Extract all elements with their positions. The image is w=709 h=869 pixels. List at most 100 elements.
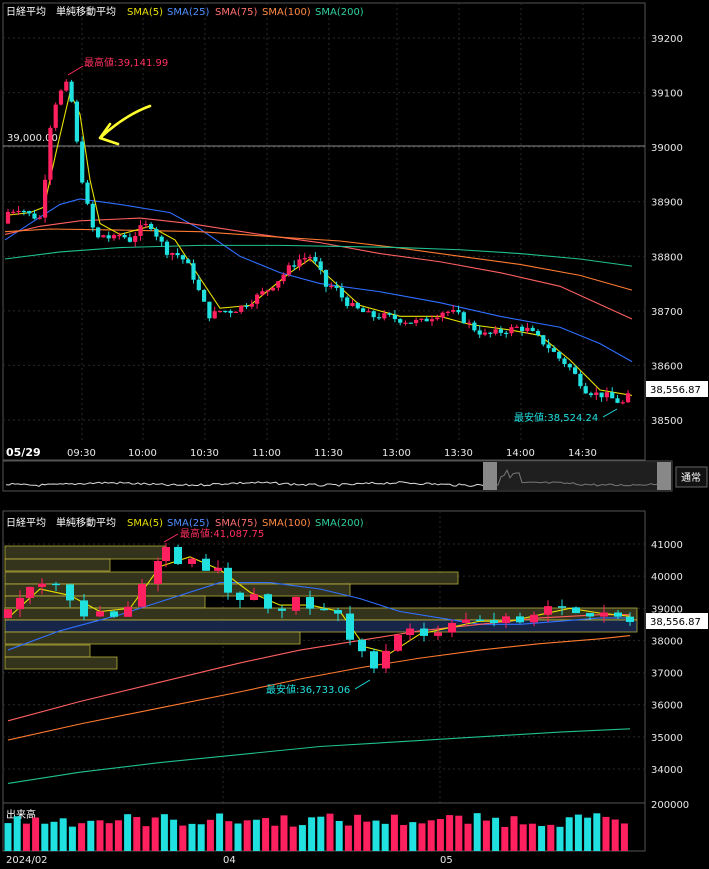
candle-body (355, 303, 360, 309)
candle-body (111, 235, 117, 239)
candle-body (58, 90, 64, 105)
candle-body (546, 344, 551, 349)
daily-candle-body (476, 619, 484, 621)
legend2-sma5: SMA(5) (127, 518, 163, 529)
navigator-left-handle[interactable] (483, 462, 497, 490)
candle-body (493, 329, 498, 334)
candle-body (292, 265, 297, 267)
candle-body (122, 234, 127, 238)
volume-bar (519, 824, 527, 851)
candle-body (186, 259, 191, 264)
volume-bar (400, 825, 408, 851)
daily-candle-body (224, 567, 232, 593)
candle-body (228, 310, 233, 313)
volume-bar (464, 823, 472, 851)
daily-candle-body (202, 558, 210, 571)
candle-body (435, 317, 440, 320)
volume-profile-bar (4, 545, 166, 560)
volume-tick: 200000 (651, 800, 689, 811)
candle-body (387, 313, 392, 315)
candle-body (270, 287, 276, 291)
candle-body (477, 330, 482, 335)
candle-body (615, 398, 620, 403)
legend-sma25: SMA(25) (167, 7, 209, 18)
y-tick-label: 38500 (651, 416, 683, 427)
candle-body (451, 309, 456, 312)
volume-bar (179, 825, 187, 851)
volume-bar (455, 815, 463, 851)
candle-body (255, 294, 260, 304)
daily-high-label: 最高値:41,087.75 (180, 527, 264, 540)
candle-body (334, 285, 339, 288)
legend2-sma75: SMA(75) (215, 518, 257, 529)
volume-bar (611, 819, 619, 851)
candle-body (101, 235, 106, 238)
x-tick-label: 11:00 (252, 448, 281, 459)
legend-sma200: SMA(200) (315, 7, 364, 18)
daily-candle-body (26, 586, 34, 598)
candle-body (599, 392, 604, 398)
candle-body (557, 351, 562, 359)
navigator-right-handle[interactable] (657, 462, 671, 490)
candle-body (551, 348, 556, 352)
x-tick-label: 13:30 (444, 448, 473, 459)
volume-bar (225, 821, 233, 851)
volume-bar (473, 813, 481, 851)
candle-body (133, 235, 138, 242)
volume-bar (372, 820, 380, 851)
y-tick-label: 38000 (651, 636, 683, 647)
x-tick-label: 11:30 (314, 448, 343, 459)
daily-candle-body (250, 594, 258, 601)
candle-body (392, 314, 397, 320)
candle-body (21, 210, 26, 213)
daily-candle-body (502, 616, 510, 624)
volume-bar (620, 823, 628, 851)
daily-candle-body (292, 597, 300, 611)
candle-body (217, 310, 223, 313)
volume-bar (188, 823, 196, 851)
candle-body (244, 305, 249, 307)
chart-svg: 39,000.00 392003910039000389003880038700… (2, 2, 708, 866)
daily-candle-body (66, 584, 74, 601)
candle-body (138, 225, 143, 236)
volume-bar (326, 813, 334, 851)
volume-profile-bar (4, 619, 638, 633)
candle-body (308, 257, 313, 259)
candle-body (509, 327, 514, 334)
y-tick-label: 39000 (651, 143, 683, 154)
daily-candle-body (370, 651, 378, 669)
intraday-date-label: 05/29 (6, 446, 41, 459)
daily-candle-body (320, 608, 328, 611)
candle-body (403, 322, 408, 324)
volume-bar (317, 816, 325, 851)
volume-bar (197, 824, 205, 851)
intraday-high-label: 最高値:39,141.99 (84, 56, 168, 69)
candle-body (260, 291, 265, 295)
candle-body (530, 327, 535, 332)
daily-candle-body (382, 650, 390, 669)
volume-bar (354, 814, 362, 851)
daily-candle-body (586, 613, 594, 617)
candle-body (149, 223, 154, 230)
daily-candle-body (38, 583, 46, 587)
candle-body (170, 252, 175, 255)
volume-bar (96, 820, 104, 851)
volume-bar (593, 813, 601, 851)
candle-body (573, 367, 578, 374)
y-tick-label: 34000 (651, 765, 683, 776)
candle-body (408, 322, 413, 324)
mode-button-label: 通常 (681, 471, 701, 484)
candle-body (16, 210, 21, 213)
volume-bar (151, 817, 159, 851)
volume-bar (538, 826, 546, 851)
navigator-window[interactable] (497, 462, 657, 490)
candle-body (207, 301, 212, 319)
candle-body (37, 217, 42, 219)
x-tick-label: 14:30 (568, 448, 597, 459)
candle-body (626, 393, 631, 403)
candle-body (127, 237, 132, 242)
y-tick-label: 38900 (651, 198, 683, 209)
x-tick-label: 13:00 (382, 448, 411, 459)
volume-bar (280, 815, 288, 851)
candle-body (297, 259, 302, 267)
